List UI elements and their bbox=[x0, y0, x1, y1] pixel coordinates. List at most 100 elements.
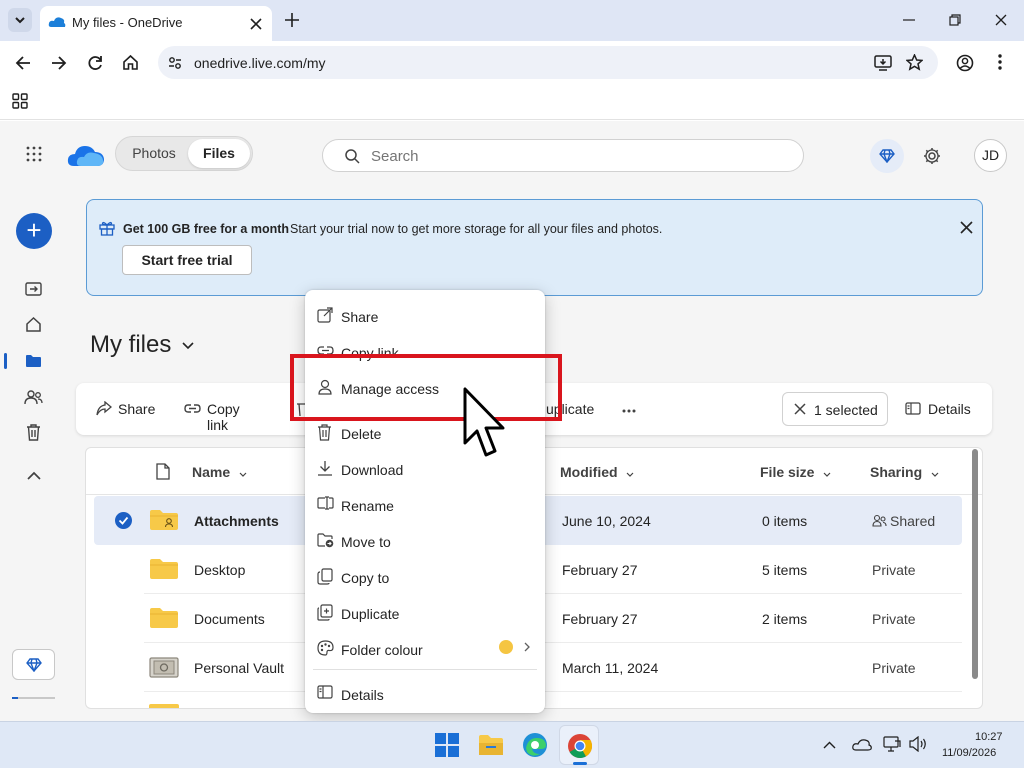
file-row[interactable]: Documents February 27 2 items Private bbox=[144, 594, 962, 643]
settings-gear-icon[interactable] bbox=[923, 147, 941, 165]
forward-icon[interactable] bbox=[51, 55, 67, 71]
close-window-icon[interactable] bbox=[995, 14, 1007, 26]
show-hidden-icons-icon[interactable] bbox=[823, 741, 836, 749]
menu-item-details[interactable]: Details bbox=[305, 673, 545, 709]
vault-icon bbox=[149, 657, 179, 678]
file-size: 5 items bbox=[762, 562, 808, 578]
tab-search-button[interactable] bbox=[8, 8, 32, 32]
name-column-header[interactable]: Name bbox=[192, 464, 247, 482]
files-tab[interactable]: Files bbox=[188, 139, 250, 168]
home-icon[interactable] bbox=[122, 54, 139, 71]
file-name[interactable]: Desktop bbox=[194, 562, 245, 578]
file-name[interactable]: Personal Vault bbox=[194, 660, 284, 676]
file-row[interactable]: Desktop February 27 5 items Private bbox=[144, 545, 962, 594]
menu-item-folder-colour[interactable]: Folder colour bbox=[305, 628, 545, 664]
sidebar-expand-icon[interactable] bbox=[25, 282, 42, 296]
search-box[interactable] bbox=[322, 139, 804, 172]
menu-divider bbox=[313, 669, 537, 670]
menu-item-share[interactable]: Share bbox=[305, 295, 545, 331]
details-pane-icon bbox=[317, 685, 333, 699]
minimize-icon[interactable] bbox=[903, 19, 915, 21]
menu-item-label: Folder colour bbox=[341, 642, 423, 658]
partial-folder-icon bbox=[149, 704, 179, 708]
sharing-column-header[interactable]: Sharing bbox=[870, 464, 939, 482]
trash-icon bbox=[318, 424, 331, 441]
selection-count-button[interactable]: 1 selected bbox=[782, 392, 888, 426]
start-free-trial-button[interactable]: Start free trial bbox=[122, 245, 252, 275]
close-tab-icon[interactable] bbox=[250, 18, 262, 30]
app-launcher-icon[interactable] bbox=[26, 146, 42, 162]
name-column-label: Name bbox=[192, 464, 231, 480]
profile-icon[interactable] bbox=[956, 54, 974, 72]
my-files-nav-icon[interactable] bbox=[25, 354, 42, 368]
chevron-right-icon bbox=[524, 642, 530, 652]
file-modified: February 27 bbox=[562, 562, 638, 578]
copy-link-command-label: Copy link bbox=[207, 401, 240, 433]
close-banner-icon[interactable] bbox=[960, 221, 973, 234]
menu-item-copy-to[interactable]: Copy to bbox=[305, 556, 545, 592]
create-new-button[interactable]: + bbox=[16, 213, 52, 249]
folder-icon bbox=[150, 608, 178, 628]
file-sharing: Private bbox=[872, 562, 916, 578]
apps-grid-icon[interactable] bbox=[12, 93, 28, 109]
file-modified: February 27 bbox=[562, 611, 638, 627]
onedrive-tray-icon[interactable] bbox=[852, 738, 872, 751]
clock-date[interactable]: 11/09/2026 bbox=[942, 747, 996, 759]
file-size-column-header[interactable]: File size bbox=[760, 464, 831, 482]
menu-item-label: Share bbox=[341, 309, 379, 325]
search-input[interactable] bbox=[371, 146, 771, 166]
file-size: 2 items bbox=[762, 611, 808, 627]
page-title[interactable]: My files bbox=[90, 331, 194, 359]
browser-menu-icon[interactable] bbox=[998, 54, 1002, 70]
volume-icon[interactable] bbox=[909, 736, 928, 752]
menu-item-label: Download bbox=[341, 462, 404, 478]
banner-title: Get 100 GB free for a month bbox=[123, 222, 290, 236]
file-name[interactable]: Documents bbox=[194, 611, 265, 627]
back-icon[interactable] bbox=[15, 55, 31, 71]
file-row[interactable]: Personal Vault March 11, 2024 Private bbox=[144, 643, 962, 692]
menu-item-move-to[interactable]: Move to bbox=[305, 520, 545, 556]
more-actions-icon[interactable] bbox=[622, 409, 636, 413]
collapse-chevron-icon[interactable] bbox=[27, 471, 41, 480]
user-avatar[interactable]: JD bbox=[974, 139, 1007, 172]
chrome-browser-icon bbox=[568, 734, 593, 759]
reload-icon[interactable] bbox=[87, 55, 103, 71]
file-name[interactable]: Attachments bbox=[194, 513, 279, 529]
address-bar[interactable]: onedrive.live.com/my bbox=[158, 46, 938, 79]
storage-meter bbox=[12, 697, 55, 699]
shared-nav-icon[interactable] bbox=[24, 389, 43, 405]
edge-browser-icon[interactable] bbox=[522, 732, 548, 758]
selected-check-icon[interactable] bbox=[115, 512, 132, 529]
windows-start-icon[interactable] bbox=[435, 733, 459, 757]
share-icon bbox=[317, 307, 333, 323]
modified-column-header[interactable]: Modified bbox=[560, 464, 634, 482]
browser-toolbar: onedrive.live.com/my bbox=[0, 41, 1024, 84]
sharing-column-label: Sharing bbox=[870, 464, 923, 480]
list-scrollbar[interactable] bbox=[972, 449, 978, 679]
menu-item-rename[interactable]: Rename bbox=[305, 484, 545, 520]
menu-item-label: Details bbox=[341, 687, 384, 703]
photos-tab[interactable]: Photos bbox=[119, 139, 189, 168]
network-icon[interactable] bbox=[883, 736, 901, 752]
sort-chevron-icon bbox=[823, 472, 831, 477]
premium-button[interactable] bbox=[870, 139, 904, 173]
home-nav-icon[interactable] bbox=[25, 316, 42, 333]
move-folder-icon bbox=[317, 533, 334, 548]
clock-time[interactable]: 10:27 bbox=[975, 731, 1003, 743]
site-info-icon[interactable] bbox=[168, 56, 182, 70]
recycle-bin-nav-icon[interactable] bbox=[26, 424, 41, 441]
menu-item-duplicate[interactable]: Duplicate bbox=[305, 592, 545, 628]
share-command-label: Share bbox=[118, 401, 156, 417]
bookmark-star-icon[interactable] bbox=[906, 54, 923, 71]
new-tab-icon[interactable] bbox=[285, 13, 299, 27]
details-command-label: Details bbox=[928, 401, 971, 417]
gift-icon bbox=[99, 221, 115, 236]
premium-rail-button[interactable] bbox=[12, 649, 55, 680]
menu-item-label: Rename bbox=[341, 498, 394, 514]
install-app-icon[interactable] bbox=[874, 54, 892, 71]
browser-tab[interactable]: My files - OneDrive bbox=[40, 6, 272, 41]
restore-icon[interactable] bbox=[949, 14, 961, 26]
file-size: 0 items bbox=[762, 513, 808, 529]
chrome-taskbar-button[interactable] bbox=[559, 725, 599, 765]
file-explorer-icon[interactable] bbox=[478, 733, 504, 757]
